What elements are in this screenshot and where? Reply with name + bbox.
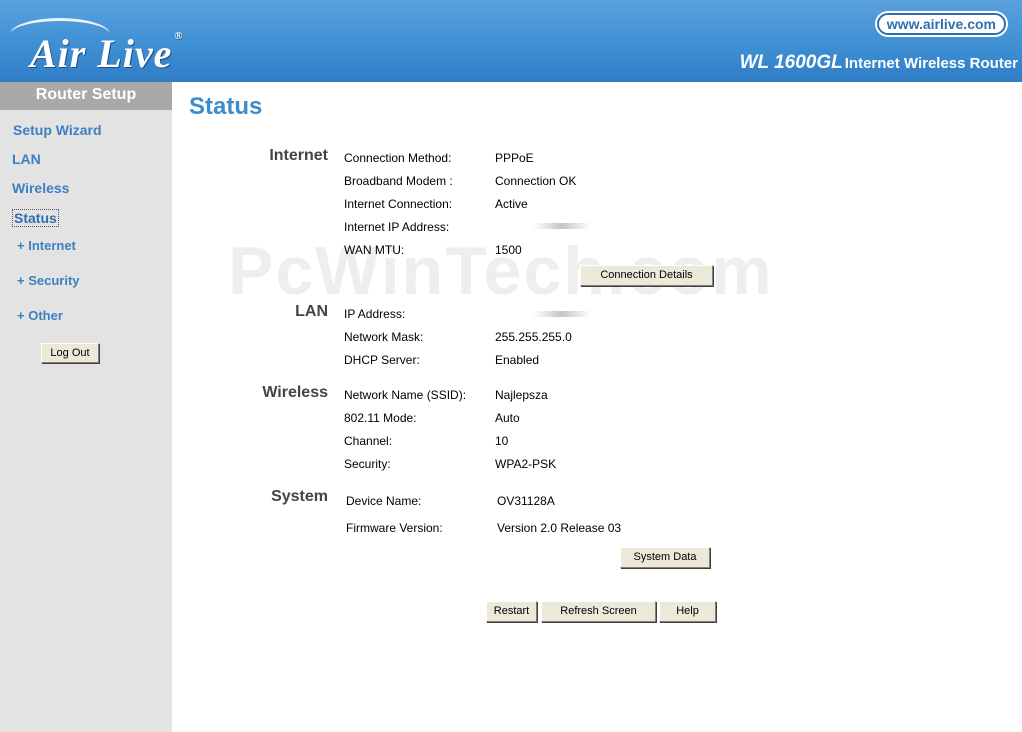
sidebar-item-lan[interactable]: LAN — [12, 151, 41, 167]
header-banner: Air Live ® www.airlive.com WL 1600GL Inter… — [0, 0, 1022, 82]
model-name: WL 1600GL — [739, 52, 843, 73]
internet-connection-label: Internet Connection: — [344, 197, 453, 211]
page-title: Status — [189, 93, 263, 120]
redacted-lan-ip — [533, 311, 591, 317]
sidebar-item-other[interactable]: + Other — [17, 308, 63, 323]
network-mask-label: Network Mask: — [344, 330, 424, 344]
internet-connection-value: Active — [495, 197, 528, 211]
network-mask-value: 255.255.255.0 — [495, 330, 572, 344]
sidebar-title: Router Setup — [0, 82, 172, 110]
wireless-heading: Wireless — [262, 384, 328, 401]
sidebar-item-wireless[interactable]: Wireless — [12, 180, 69, 196]
ssid-label: Network Name (SSID): — [344, 388, 467, 402]
firmware-version-value: Version 2.0 Release 03 — [497, 521, 622, 535]
refresh-screen-button[interactable]: Refresh Screen — [541, 601, 656, 622]
dhcp-server-label: DHCP Server: — [344, 353, 420, 367]
broadband-modem-value: Connection OK — [495, 174, 577, 188]
help-button[interactable]: Help — [659, 601, 716, 622]
airlive-logo: Air Live ® — [30, 30, 184, 76]
connection-method-value: PPPoE — [495, 151, 534, 165]
system-heading: System — [271, 488, 328, 505]
channel-value: 10 — [495, 434, 509, 448]
firmware-version-label: Firmware Version: — [346, 521, 443, 535]
wireless-security-label: Security: — [344, 457, 391, 471]
ssid-value: Najlepsza — [495, 388, 548, 402]
internet-ip-label: Internet IP Address: — [344, 220, 450, 234]
broadband-modem-label: Broadband Modem : — [344, 174, 453, 188]
wan-mtu-value: 1500 — [495, 243, 522, 257]
product-name: WL 1600GL Internet Wireless Router — [740, 52, 1018, 74]
device-name-value: OV31128A — [497, 494, 555, 508]
device-name-label: Device Name: — [346, 494, 422, 508]
connection-method-label: Connection Method: — [344, 151, 452, 165]
internet-heading: Internet — [269, 147, 328, 164]
logout-button[interactable]: Log Out — [41, 343, 99, 363]
channel-label: Channel: — [344, 434, 393, 448]
dhcp-server-value: Enabled — [495, 353, 540, 367]
product-description: Internet Wireless Router — [844, 55, 1018, 72]
system-data-button[interactable]: System Data — [620, 547, 710, 568]
lan-ip-label: IP Address: — [344, 307, 406, 321]
connection-details-button[interactable]: Connection Details — [580, 265, 713, 286]
sidebar-item-status[interactable]: Status — [12, 209, 59, 227]
website-url: www.airlive.com — [876, 13, 1006, 35]
wireless-security-value: WPA2-PSK — [495, 457, 557, 471]
redacted-internet-ip — [533, 223, 591, 229]
mode-value: Auto — [495, 411, 520, 425]
sidebar-item-setup-wizard[interactable]: Setup Wizard — [13, 122, 102, 138]
mode-label: 802.11 Mode: — [344, 411, 417, 425]
wan-mtu-label: WAN MTU: — [344, 243, 405, 257]
restart-button[interactable]: Restart — [486, 601, 537, 622]
sidebar-item-security[interactable]: + Security — [17, 273, 80, 288]
lan-heading: LAN — [295, 303, 328, 320]
sidebar-item-internet[interactable]: + Internet — [17, 238, 76, 253]
